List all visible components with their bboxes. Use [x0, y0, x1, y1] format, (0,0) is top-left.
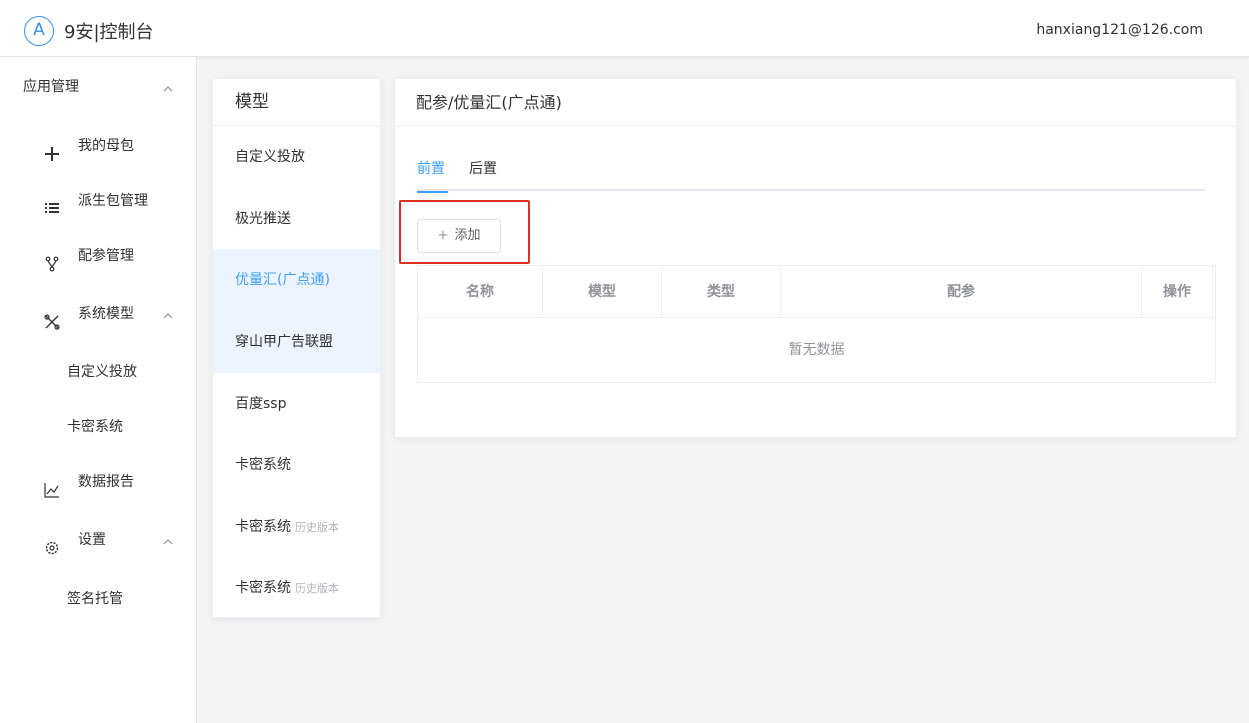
sidebar-item-label: 卡密系统 [67, 419, 123, 435]
sidebar-group-label: 应用管理 [23, 79, 79, 95]
add-button-label: 添加 [454, 228, 481, 243]
sidebar-group-app-management[interactable]: 应用管理 [0, 67, 197, 107]
tab-active-indicator [417, 191, 448, 193]
sidebar-item-config-management[interactable]: 配参管理 [0, 236, 197, 276]
model-item-label: 卡密系统 [235, 457, 291, 473]
column-header-actions: 操作 [1142, 266, 1213, 318]
plus-icon [44, 138, 60, 161]
column-header-type: 类型 [662, 266, 781, 318]
sidebar-item-label: 数据报告 [78, 474, 134, 490]
chart-line-icon [44, 474, 60, 498]
sidebar-subitem-card-system[interactable]: 卡密系统 [0, 407, 197, 447]
tab-label: 后置 [469, 161, 497, 177]
config-card: 配参/优量汇(广点通) 前置 后置 + 添加 名称 模型 类型 配参 操作 暂无数… [394, 78, 1237, 438]
model-item-label: 卡密系统 [235, 519, 291, 535]
sidebar-item-label: 设置 [78, 532, 106, 548]
sidebar-item-derived-packages[interactable]: 派生包管理 [0, 181, 197, 221]
sidebar-item-label: 配参管理 [78, 248, 134, 264]
tab-post[interactable]: 后置 [469, 159, 497, 191]
model-item[interactable]: 卡密系统 历史版本 [213, 557, 380, 619]
model-item-label: 卡密系统 [235, 580, 291, 596]
model-item[interactable]: 穿山甲广告联盟 [213, 311, 380, 373]
card-title: 配参/优量汇(广点通) [395, 79, 1236, 126]
table-header: 名称 模型 类型 配参 操作 [418, 266, 1215, 318]
gear-icon [44, 532, 60, 555]
model-item[interactable]: 百度ssp [213, 373, 380, 435]
model-item-label: 自定义投放 [235, 149, 305, 165]
config-table: 名称 模型 类型 配参 操作 暂无数据 [417, 265, 1216, 383]
version-tag: 历史版本 [295, 521, 339, 534]
sidebar-item-label: 自定义投放 [67, 364, 137, 380]
tab-bar: 前置 后置 [417, 159, 1205, 193]
column-header-name: 名称 [418, 266, 543, 318]
model-item-label: 百度ssp [235, 396, 287, 412]
sidebar-item-system-models[interactable]: 系统模型 [0, 294, 197, 334]
sidebar-item-settings[interactable]: 设置 [0, 520, 197, 560]
chevron-up-icon [162, 294, 176, 350]
tools-icon [44, 306, 60, 330]
tab-label: 前置 [417, 161, 445, 177]
model-item-label: 极光推送 [235, 211, 291, 227]
sidebar-item-label: 派生包管理 [78, 193, 148, 209]
chevron-up-icon [162, 520, 176, 576]
sidebar-item-label: 签名托管 [67, 591, 123, 607]
model-panel-title: 模型 [213, 79, 380, 126]
model-item[interactable]: 自定义投放 [213, 126, 380, 188]
column-header-config: 配参 [781, 266, 1142, 318]
logo-icon[interactable]: A [24, 16, 54, 46]
brand-title[interactable]: 9安|控制台 [64, 18, 154, 44]
model-item-label: 优量汇(广点通) [235, 272, 330, 288]
branch-icon [44, 248, 60, 272]
chevron-up-icon [162, 67, 176, 123]
user-email[interactable]: hanxiang121@126.com [1036, 22, 1203, 38]
sidebar-subitem-signing-hosting[interactable]: 签名托管 [0, 579, 197, 619]
sidebar-item-label: 系统模型 [78, 306, 134, 322]
top-bar: A 9安|控制台 hanxiang121@126.com [0, 0, 1249, 57]
version-tag: 历史版本 [295, 582, 339, 595]
model-item[interactable]: 极光推送 [213, 188, 380, 250]
model-panel: 模型 自定义投放 极光推送 优量汇(广点通) 穿山甲广告联盟 百度ssp 卡密系… [212, 78, 381, 618]
model-item[interactable]: 卡密系统 历史版本 [213, 496, 380, 558]
list-icon [44, 193, 60, 213]
sidebar-item-data-report[interactable]: 数据报告 [0, 462, 197, 502]
add-button[interactable]: + 添加 [417, 219, 501, 253]
empty-state-text: 暂无数据 [788, 342, 845, 358]
model-item[interactable]: 卡密系统 [213, 434, 380, 496]
sidebar-subitem-custom-delivery[interactable]: 自定义投放 [0, 352, 197, 392]
column-header-model: 模型 [543, 266, 662, 318]
tab-pre[interactable]: 前置 [417, 159, 448, 193]
sidebar: 应用管理 我的母包 派生包管理 配参管理 系统模型 自定义投放 卡密系统 数据报… [0, 57, 197, 723]
sidebar-item-my-base-package[interactable]: 我的母包 [0, 126, 197, 166]
model-item-active[interactable]: 优量汇(广点通) [213, 249, 380, 311]
sidebar-item-label: 我的母包 [78, 138, 134, 154]
plus-icon: + [437, 228, 449, 243]
model-item-label: 穿山甲广告联盟 [235, 334, 333, 350]
